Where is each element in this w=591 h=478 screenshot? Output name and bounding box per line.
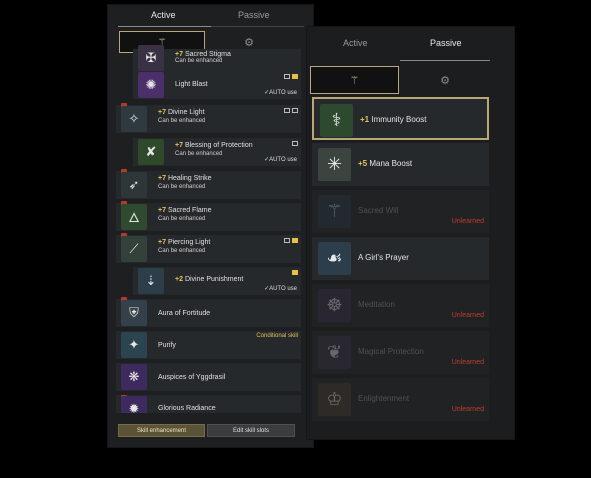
passive-row-sacred-will[interactable]: ⚚ Sacred Will Unlearned — [312, 190, 489, 233]
skill-title: +1 Immunity Boost — [360, 115, 427, 124]
skill-row-sacred-stigma[interactable]: ✠ +7 Sacred Stigma Can be enhanced — [133, 45, 301, 71]
passive-row-meditation[interactable]: ☸ Meditation Unlearned — [312, 284, 489, 327]
skill-title: Purify — [158, 342, 176, 349]
aura-icon: ⛨ — [121, 300, 147, 326]
slot-toggle-filled[interactable] — [292, 238, 298, 243]
slot-toggle-empty-2[interactable] — [292, 108, 298, 113]
right-tab-bar: Active Passive — [306, 26, 515, 61]
slot-toggle-filled[interactable] — [292, 74, 298, 79]
skill-title: Magical Protection — [358, 347, 424, 356]
passive-tab-underline — [211, 26, 304, 27]
immunity-icon: ⚕ — [320, 104, 353, 137]
skill-title: +2 Divine Punishment — [175, 276, 244, 283]
skill-status: Can be enhanced — [158, 216, 206, 222]
passive-skills-panel: Active Passive ⚚ ⚙ ⚕ +1 Immunity Boost ✳… — [306, 26, 515, 440]
tab-passive[interactable]: Passive — [430, 38, 462, 48]
skill-title: Glorious Radiance — [158, 405, 216, 412]
conditional-skill-label: Conditional skill — [256, 333, 298, 339]
healing-strike-icon: ➶ — [121, 172, 147, 198]
skill-row-blessing-of-protection[interactable]: ✘ +7 Blessing of Protection Can be enhan… — [133, 138, 301, 166]
skill-status: Can be enhanced — [158, 184, 206, 190]
skill-title: +7 Sacred Stigma — [175, 51, 231, 58]
prayer-icon: ☙ — [318, 242, 351, 275]
skill-status: Can be enhanced — [158, 118, 206, 124]
skill-row-auspices-of-yggdrasil[interactable]: ❋ Auspices of Yggdrasil — [116, 363, 301, 391]
blessing-icon: ✘ — [138, 139, 164, 165]
mana-icon: ✳ — [318, 148, 351, 181]
skill-row-divine-light[interactable]: ✧ +7 Divine Light Can be enhanced — [116, 103, 301, 133]
unlearned-label: Unlearned — [451, 218, 484, 225]
slot-toggle-empty[interactable] — [284, 74, 290, 79]
active-tab-underline — [118, 26, 211, 27]
passive-row-mana-boost[interactable]: ✳ +5 Mana Boost — [312, 143, 489, 186]
skill-row-piercing-light[interactable]: ⟋ +7 Piercing Light Can be enhanced — [116, 233, 301, 263]
skill-row-aura-of-fortitude[interactable]: ⛨ Aura of Fortitude — [116, 297, 301, 327]
filter-emblem-selected[interactable]: ⚚ — [310, 66, 399, 94]
skill-row-glorious-radiance[interactable]: ✹ Glorious Radiance — [116, 395, 301, 413]
emblem-dim-icon: ⚙ — [244, 36, 254, 49]
skill-status: Can be enhanced — [158, 248, 206, 254]
skill-title: +5 Mana Boost — [358, 159, 413, 168]
light-blast-icon: ✺ — [138, 72, 164, 98]
tab-active[interactable]: Active — [151, 10, 176, 20]
passive-row-enlightenment[interactable]: ♔ Enlightenment Unlearned — [312, 378, 489, 421]
tab-active[interactable]: Active — [343, 38, 368, 48]
slot-toggle-empty[interactable] — [292, 141, 298, 146]
auto-use-label[interactable]: ✓AUTO use — [264, 285, 297, 292]
sacred-flame-icon: 🜂 — [121, 204, 147, 230]
passive-row-immunity-boost[interactable]: ⚕ +1 Immunity Boost — [312, 97, 489, 140]
skill-title: Sacred Will — [358, 206, 399, 215]
skill-row-divine-punishment[interactable]: ⇣ +2 Divine Punishment ✓AUTO use — [133, 267, 301, 295]
skill-row-sacred-flame[interactable]: 🜂 +7 Sacred Flame Can be enhanced — [116, 201, 301, 231]
passive-tab-underline — [400, 60, 490, 61]
divine-punishment-icon: ⇣ — [138, 268, 164, 294]
skill-row-light-blast[interactable]: ✺ Light Blast ✓AUTO use — [133, 71, 301, 99]
meditation-icon: ☸ — [318, 289, 351, 322]
stigma-icon: ✠ — [138, 45, 164, 71]
skill-title: +7 Divine Light — [158, 109, 205, 116]
skill-title: Meditation — [358, 300, 395, 309]
tab-passive[interactable]: Passive — [238, 10, 270, 20]
skill-title: Aura of Fortitude — [158, 310, 211, 317]
magical-protection-icon: ❦ — [318, 336, 351, 369]
slot-toggle-empty[interactable] — [284, 238, 290, 243]
skill-row-purify[interactable]: ✦ Purify Conditional skill — [116, 331, 301, 359]
skill-status: Can be enhanced — [175, 58, 223, 64]
unlearned-label: Unlearned — [451, 312, 484, 319]
skill-title: Light Blast — [175, 81, 208, 88]
left-tab-bar: Active Passive — [107, 4, 314, 28]
skill-title: Auspices of Yggdrasil — [158, 374, 226, 381]
skill-title: A Girl's Prayer — [358, 253, 409, 262]
skill-title: +7 Healing Strike — [158, 175, 212, 182]
divine-light-icon: ✧ — [121, 106, 147, 132]
filter-emblem[interactable]: ⚙ — [401, 66, 489, 94]
unlearned-label: Unlearned — [451, 406, 484, 413]
auto-use-label[interactable]: ✓AUTO use — [264, 89, 297, 96]
skill-status: Can be enhanced — [175, 151, 223, 157]
skill-title: +7 Blessing of Protection — [175, 142, 253, 149]
edit-skill-slots-button[interactable]: Edit skill slots — [207, 424, 295, 437]
enlightenment-icon: ♔ — [318, 383, 351, 416]
yggdrasil-icon: ❋ — [121, 364, 147, 390]
emblem-icon: ⚚ — [349, 74, 360, 87]
piercing-light-icon: ⟋ — [121, 236, 147, 262]
skill-title: +7 Sacred Flame — [158, 207, 212, 214]
radiance-icon: ✹ — [121, 396, 147, 413]
slot-toggle-empty[interactable] — [284, 108, 290, 113]
emblem-dim-icon: ⚙ — [440, 74, 450, 87]
passive-row-a-girls-prayer[interactable]: ☙ A Girl's Prayer — [312, 237, 489, 280]
passive-row-magical-protection[interactable]: ❦ Magical Protection Unlearned — [312, 331, 489, 374]
sacred-will-icon: ⚚ — [318, 195, 351, 228]
skill-title: Enlightenment — [358, 394, 410, 403]
skill-title: +7 Piercing Light — [158, 239, 211, 246]
active-skills-panel: Active Passive ⚚ ⚙ ✠ +7 Sacred Stigma Ca… — [107, 4, 314, 448]
slot-toggle-filled[interactable] — [292, 270, 298, 275]
purify-icon: ✦ — [121, 332, 147, 358]
skill-row-healing-strike[interactable]: ➶ +7 Healing Strike Can be enhanced — [116, 169, 301, 199]
auto-use-label[interactable]: ✓AUTO use — [264, 156, 297, 163]
skill-enhancement-button[interactable]: Skill enhancement — [118, 424, 205, 437]
unlearned-label: Unlearned — [451, 359, 484, 366]
